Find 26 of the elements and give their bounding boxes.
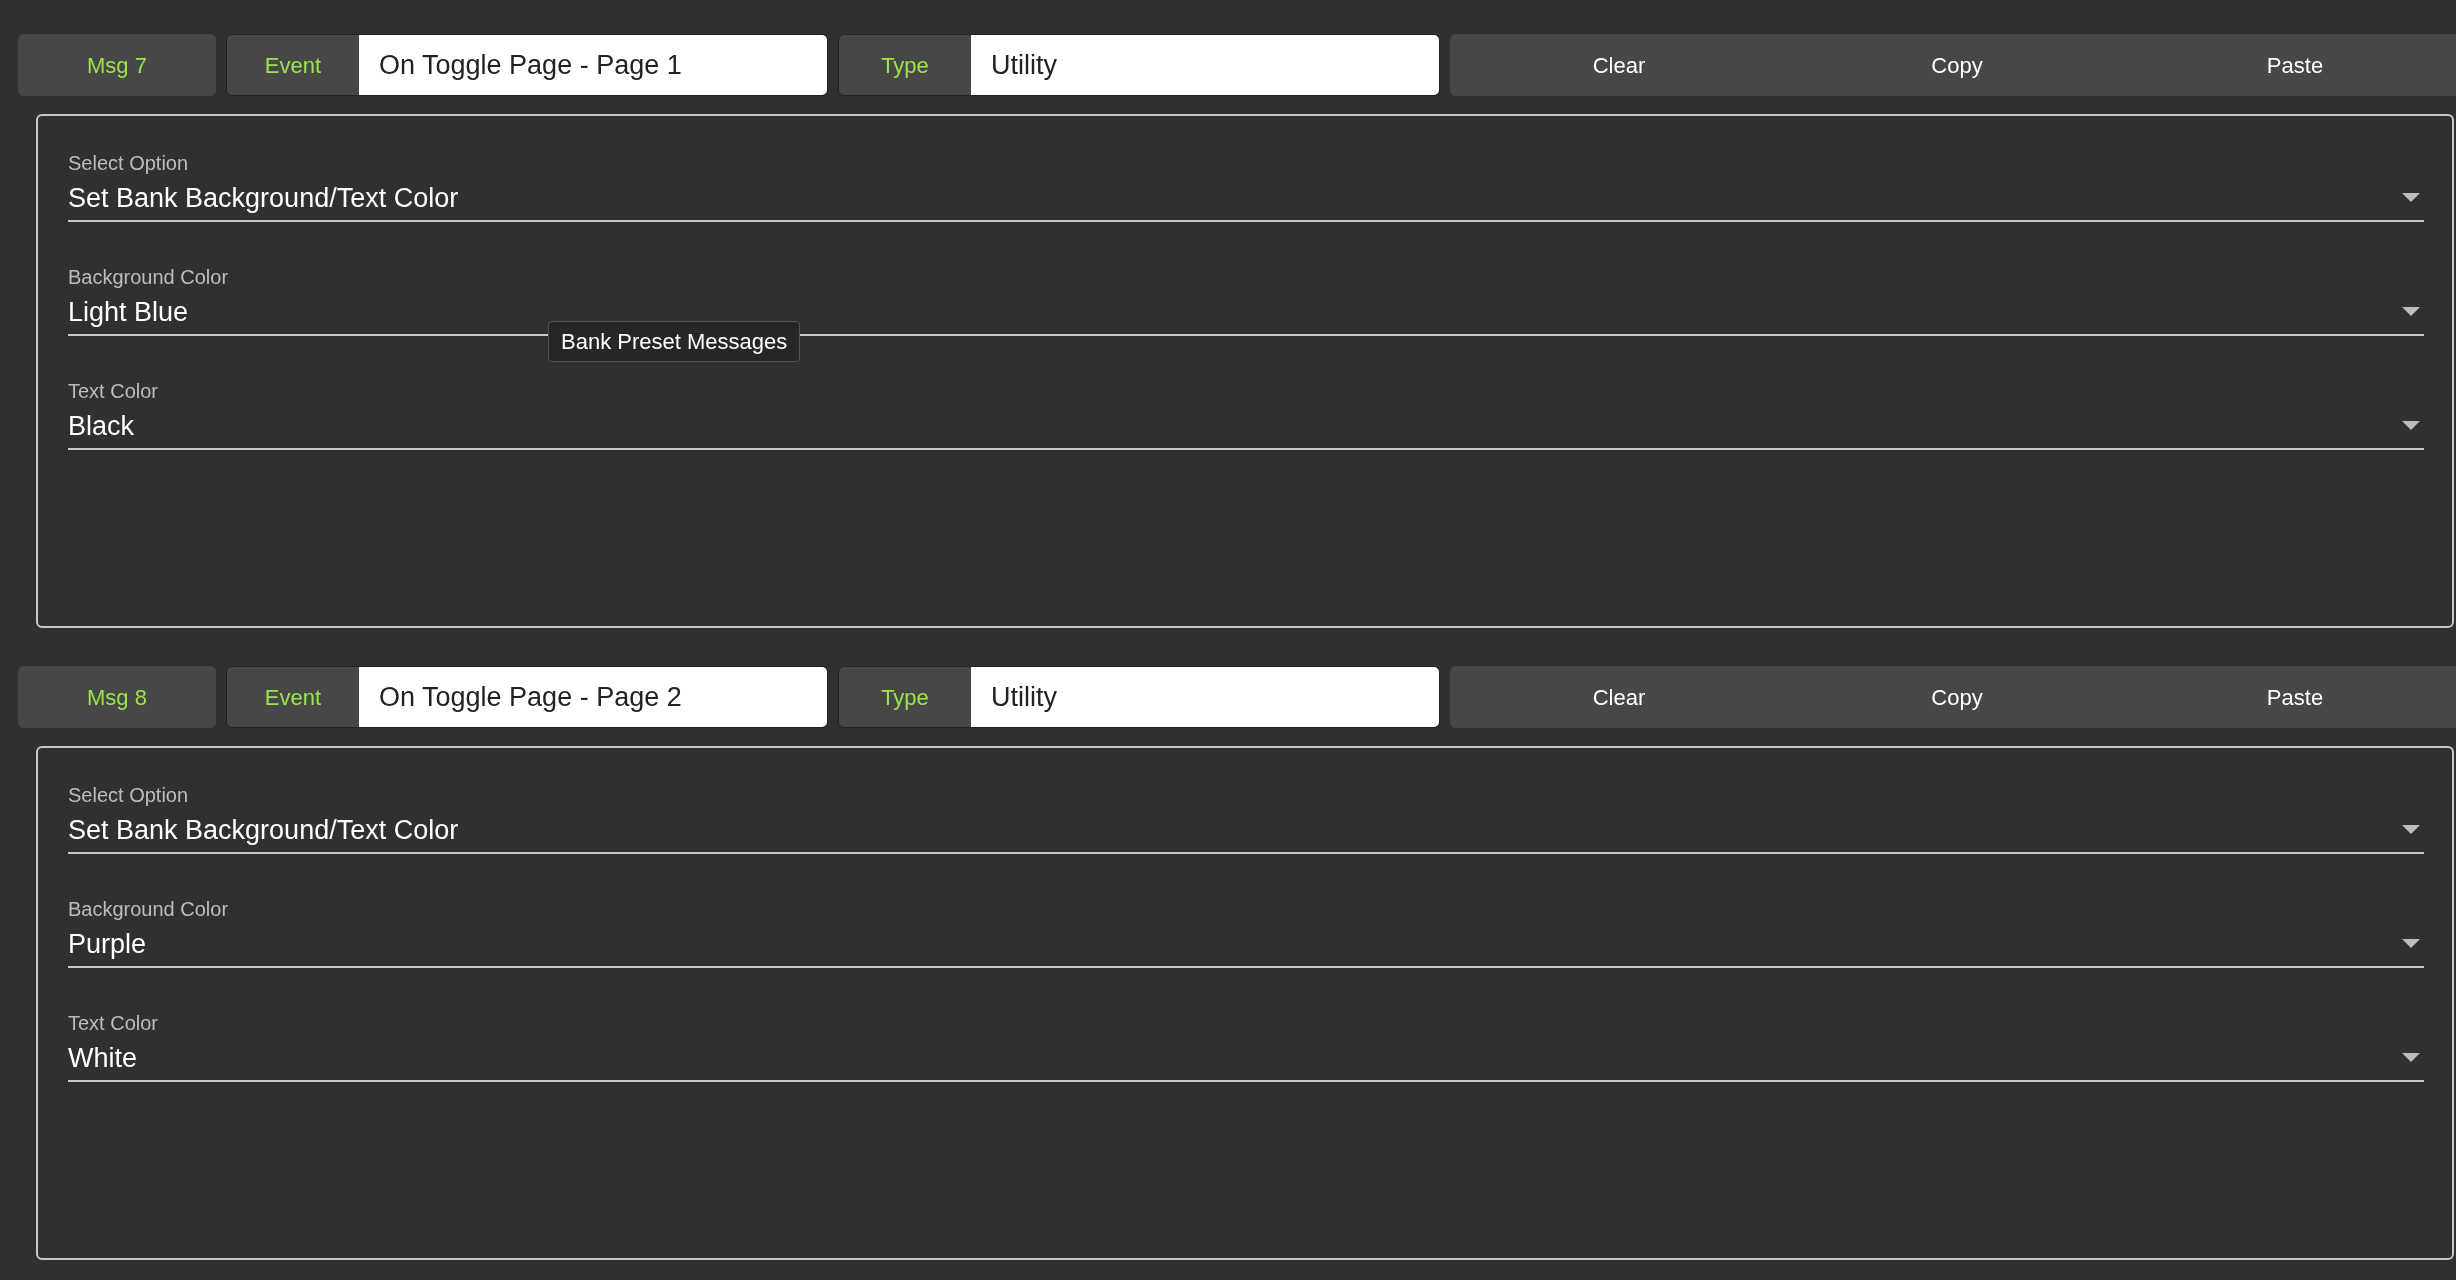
select-field[interactable]: White xyxy=(68,1036,2424,1082)
select-field[interactable]: Purple xyxy=(68,922,2424,968)
toolbar-button[interactable]: Copy xyxy=(1788,34,2126,96)
dropdown-arrow-icon xyxy=(2402,1053,2420,1063)
message-label: Msg 7 xyxy=(18,34,216,96)
select-field[interactable]: Black xyxy=(68,404,2424,450)
toolbar-button[interactable]: Copy xyxy=(1788,666,2126,728)
field-label: Select Option xyxy=(68,151,189,176)
field-label: Select Option xyxy=(68,783,189,808)
dropdown-arrow-icon xyxy=(2402,421,2420,431)
dropdown-arrow-icon xyxy=(2402,307,2420,317)
field-label: Text Color xyxy=(68,379,159,404)
tooltip: Bank Preset Messages xyxy=(548,321,801,362)
toolbar-button[interactable]: Clear xyxy=(1450,34,1788,96)
toolbar-button[interactable]: Clear xyxy=(1450,666,1788,728)
toolbar-button[interactable]: Paste xyxy=(2126,34,2456,96)
toolbar-button[interactable]: Paste xyxy=(2126,666,2456,728)
select-field[interactable]: Set Bank Background/Text Color xyxy=(68,176,2424,222)
dropdown-arrow-icon xyxy=(2402,193,2420,203)
select-field[interactable]: Set Bank Background/Text Color xyxy=(68,808,2424,854)
dropdown-arrow-icon xyxy=(2402,939,2420,949)
field-label: Background Color xyxy=(68,897,229,922)
dropdown-arrow-icon xyxy=(2402,825,2420,835)
field-label: Text Color xyxy=(68,1011,159,1036)
field-label: Background Color xyxy=(68,265,229,290)
message-label: Msg 8 xyxy=(18,666,216,728)
